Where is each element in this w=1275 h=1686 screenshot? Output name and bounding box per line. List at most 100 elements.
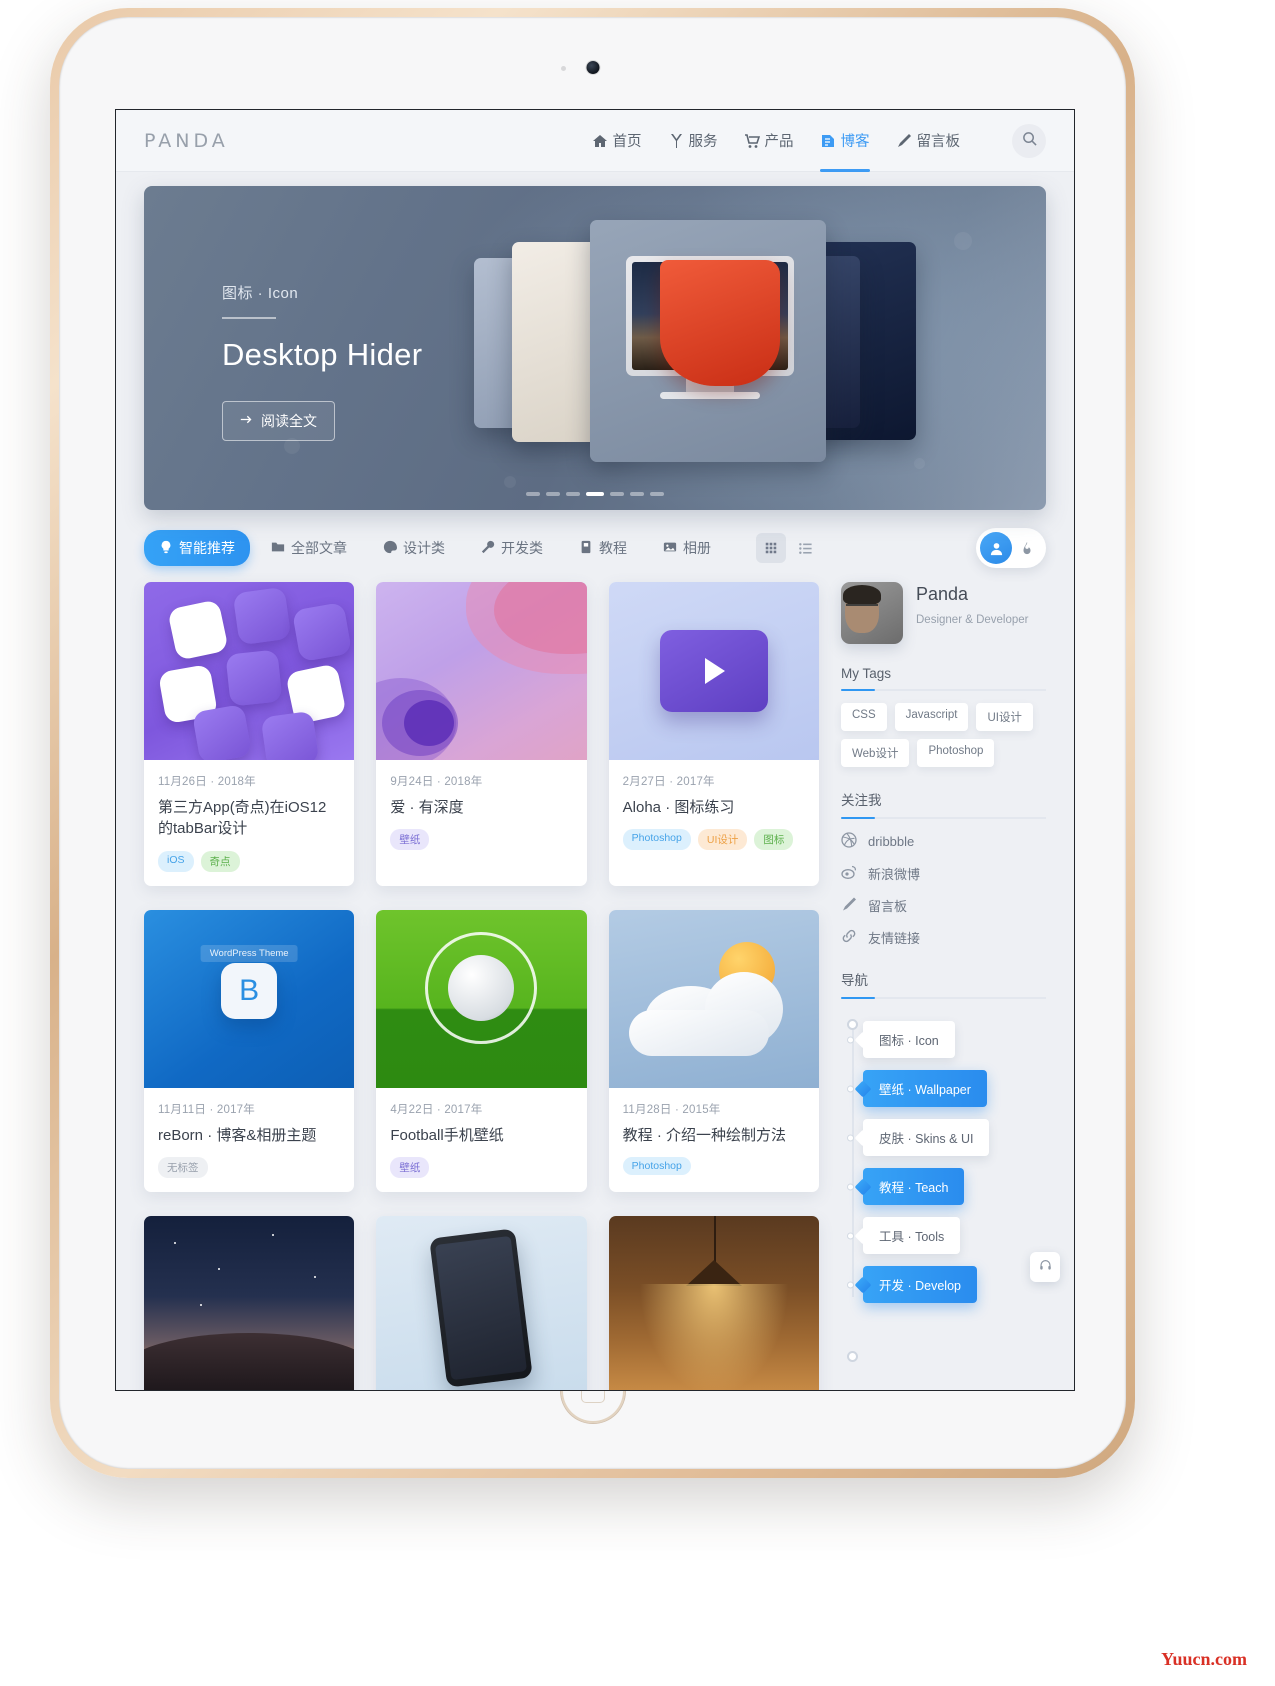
timeline-dot	[847, 1232, 854, 1239]
nav-item-service[interactable]: 服务	[668, 110, 718, 171]
article-card[interactable]: 4月22日 · 2017年 Football手机壁纸 壁纸	[376, 909, 587, 1192]
follow-item-links[interactable]: 友情链接	[841, 928, 1046, 947]
filter-label: 教程	[599, 540, 627, 556]
list-view-icon[interactable]	[790, 533, 820, 563]
timeline-dot	[847, 1085, 854, 1092]
filter-tab-all[interactable]: 全部文章	[256, 530, 362, 566]
nav-item-products[interactable]: 产品	[744, 110, 794, 171]
timeline-dot	[847, 1351, 858, 1362]
nav-item-guestbook[interactable]: 留言板	[896, 110, 961, 171]
nav-label: 产品	[764, 134, 794, 150]
hero-divider	[222, 317, 276, 319]
article-card[interactable]: 9月24日 · 2018年 爱 · 有深度 壁纸	[376, 582, 587, 886]
nav-timeline-item[interactable]: 图标 · Icon	[847, 1021, 1046, 1058]
nav-timeline-item[interactable]: 开发 · Develop	[847, 1266, 1046, 1303]
card-body: 11月26日 · 2018年 第三方App(奇点)在iOS12的tabBar设计…	[144, 760, 354, 886]
search-button[interactable]	[1012, 123, 1046, 158]
article-card[interactable]: 11月26日 · 2018年 第三方App(奇点)在iOS12的tabBar设计…	[144, 582, 355, 886]
card-thumbnail	[376, 582, 587, 760]
user-icon[interactable]	[980, 532, 1012, 564]
card-tag[interactable]: Photoshop	[622, 829, 691, 851]
nav-timeline-label[interactable]: 教程 · Teach	[863, 1168, 965, 1205]
article-card[interactable]: 2月27日 · 2017年 Aloha · 图标练习 Photoshop UI设…	[608, 582, 819, 886]
carousel-dot[interactable]	[526, 492, 540, 496]
carousel-pagination[interactable]	[526, 492, 664, 496]
card-body: 11月28日 · 2015年 教程 · 介绍一种绘制方法 Photoshop	[609, 1088, 819, 1189]
card-date: 9月24日 · 2018年	[390, 776, 483, 788]
site-logo[interactable]: PANDA	[144, 130, 229, 152]
card-tags: 壁纸	[390, 829, 572, 851]
card-tag[interactable]: 壁纸	[390, 1156, 430, 1178]
hero-section: 图标 · Icon Desktop Hider 阅读全文	[116, 172, 1074, 510]
filter-bar: 智能推荐 全部文章 设计类 开发类 教程 相册	[116, 510, 1074, 568]
follow-label: 留言板	[868, 899, 908, 914]
weibo-icon	[841, 864, 857, 883]
nav-timeline-label[interactable]: 工具 · Tools	[863, 1217, 961, 1254]
nav-timeline-item[interactable]: 工具 · Tools	[847, 1217, 1046, 1254]
filter-tab-develop[interactable]: 开发类	[466, 530, 558, 566]
card-tag[interactable]: UI设计	[697, 829, 748, 851]
card-tags: 壁纸	[390, 1156, 572, 1178]
nav-label: 服务	[688, 134, 718, 150]
sidebar-tag[interactable]: Web设计	[841, 739, 910, 767]
card-tag[interactable]: 壁纸	[390, 829, 430, 851]
card-tag[interactable]: iOS	[158, 850, 194, 872]
timeline-dot	[847, 1281, 854, 1288]
sidebar-tag[interactable]: CSS	[841, 703, 887, 731]
carousel-dot[interactable]	[610, 492, 624, 496]
carousel-dot[interactable]	[566, 492, 580, 496]
carousel-dot[interactable]	[546, 492, 560, 496]
article-card[interactable]: 11月20日 · 2015年 flyme手机壁纸 Photoshop UI设计	[376, 1215, 587, 1390]
carousel-dot[interactable]	[630, 492, 644, 496]
article-card[interactable]: 4月16日 · 2016年 私藏壁纸一张	[144, 1215, 355, 1390]
support-float-button[interactable]	[1030, 1252, 1060, 1282]
article-card[interactable]: WordPress Theme B 11月11日 · 2017年 reBorn …	[144, 909, 355, 1192]
sidebar-tag[interactable]: Javascript	[894, 703, 969, 731]
book-icon	[579, 540, 593, 557]
card-tag[interactable]: 奇点	[200, 850, 240, 872]
wrench-icon	[481, 540, 495, 557]
filter-tab-recommend[interactable]: 智能推荐	[144, 530, 250, 566]
carousel-dot[interactable]	[650, 492, 664, 496]
card-body: 11月11日 · 2017年 reBorn · 博客&相册主题 无标签	[144, 1088, 354, 1192]
nav-timeline-label[interactable]: 壁纸 · Wallpaper	[863, 1070, 987, 1107]
card-tag[interactable]: Photoshop	[622, 1156, 691, 1175]
filter-tab-design[interactable]: 设计类	[368, 530, 460, 566]
article-card[interactable]: 11月20日 · 2015年 OrgRar · WinRAR主题	[608, 1215, 819, 1390]
nav-item-blog[interactable]: 博客	[819, 110, 870, 172]
card-tag[interactable]: 无标签	[158, 1156, 208, 1178]
profile-pill[interactable]	[976, 528, 1046, 568]
nav-timeline-label[interactable]: 开发 · Develop	[863, 1266, 977, 1303]
decor-blob	[914, 458, 925, 469]
nav-timeline: 图标 · Icon 壁纸 · Wallpaper 皮肤 · Skins & UI	[841, 1019, 1046, 1362]
filter-tab-tutorial[interactable]: 教程	[564, 530, 642, 566]
nav-item-home[interactable]: 首页	[592, 110, 642, 171]
palette-icon	[383, 540, 397, 557]
nav-timeline-label[interactable]: 图标 · Icon	[863, 1021, 955, 1058]
follow-item-weibo[interactable]: 新浪微博	[841, 864, 1046, 883]
nav-links: 首页 服务 产品 博客 留言板	[592, 110, 1046, 172]
hero-banner[interactable]: 图标 · Icon Desktop Hider 阅读全文	[144, 186, 1046, 510]
home-icon	[592, 133, 608, 149]
bulb-icon	[159, 540, 173, 557]
grid-view-icon[interactable]	[756, 533, 786, 563]
sidebar-tag[interactable]: Photoshop	[917, 739, 995, 767]
card-tags: 无标签	[158, 1156, 340, 1178]
nav-timeline-item[interactable]: 皮肤 · Skins & UI	[847, 1119, 1046, 1156]
follow-item-guestbook[interactable]: 留言板	[841, 896, 1046, 915]
follow-item-dribbble[interactable]: dribbble	[841, 832, 1046, 851]
card-title: 教程 · 介绍一种绘制方法	[622, 1126, 786, 1144]
card-tag[interactable]: 图标	[754, 829, 794, 851]
nav-label: 留言板	[916, 134, 961, 150]
carousel-dot-active[interactable]	[586, 492, 604, 496]
profile-role: Designer & Developer	[916, 614, 1029, 626]
read-more-button[interactable]: 阅读全文	[222, 400, 335, 441]
filter-tab-album[interactable]: 相册	[648, 530, 726, 566]
nav-timeline-item[interactable]: 教程 · Teach	[847, 1168, 1046, 1205]
sidebar-tag[interactable]: UI设计	[976, 703, 1033, 731]
article-card[interactable]: 11月28日 · 2015年 教程 · 介绍一种绘制方法 Photoshop	[608, 909, 819, 1192]
hero-kicker: 图标 · Icon	[222, 285, 299, 302]
flame-icon[interactable]	[1012, 533, 1042, 563]
nav-timeline-label[interactable]: 皮肤 · Skins & UI	[863, 1119, 990, 1156]
nav-timeline-item[interactable]: 壁纸 · Wallpaper	[847, 1070, 1046, 1107]
